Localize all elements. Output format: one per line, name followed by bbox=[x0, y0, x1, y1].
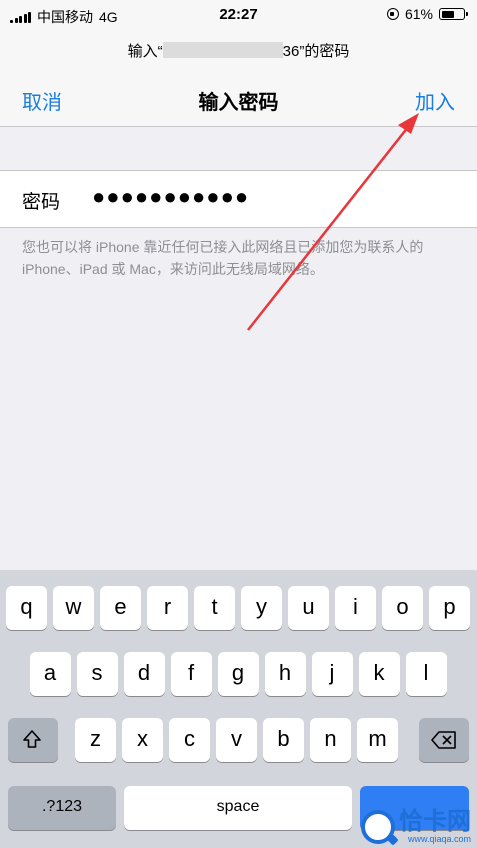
key-l[interactable]: l bbox=[405, 652, 447, 696]
key-s[interactable]: s bbox=[76, 652, 118, 696]
key-d[interactable]: d bbox=[123, 652, 165, 696]
key-z[interactable]: z bbox=[75, 718, 116, 762]
key-o[interactable]: o bbox=[382, 586, 423, 630]
watermark-url: www.qiaqa.com bbox=[407, 834, 471, 844]
space-key[interactable]: space bbox=[124, 786, 352, 830]
key-m[interactable]: m bbox=[357, 718, 398, 762]
key-c[interactable]: c bbox=[169, 718, 210, 762]
key-q[interactable]: q bbox=[6, 586, 47, 630]
password-label: 密码 bbox=[22, 192, 61, 213]
page-title: 输入密码 bbox=[198, 92, 279, 114]
join-button[interactable]: 加入 bbox=[415, 86, 455, 115]
key-p[interactable]: p bbox=[429, 586, 470, 630]
key-w[interactable]: w bbox=[53, 586, 94, 630]
key-e[interactable]: e bbox=[100, 586, 141, 630]
watermark: 恰卡网 www.qiaqa.com bbox=[361, 810, 471, 844]
delete-key[interactable] bbox=[419, 718, 469, 762]
status-bar: 中国移动 4G 22:27 61% bbox=[0, 0, 477, 30]
key-t[interactable]: t bbox=[194, 586, 235, 630]
watermark-text: 恰卡网 bbox=[399, 808, 471, 835]
password-field[interactable]: ●●●●●●●●●●● bbox=[92, 184, 249, 210]
key-k[interactable]: k bbox=[358, 652, 400, 696]
status-right: 61% bbox=[386, 6, 468, 22]
redacted-network-name bbox=[162, 42, 283, 58]
key-f[interactable]: f bbox=[170, 652, 212, 696]
key-i[interactable]: i bbox=[335, 586, 376, 630]
keyboard-row-2: asdfghjkl bbox=[0, 652, 477, 698]
prompt-suffix: 36”的密码 bbox=[282, 43, 350, 60]
nav-header: 输入“ 36”的密码 取消 输入密码 加入 bbox=[0, 30, 477, 127]
rotation-lock-icon bbox=[386, 8, 399, 20]
shift-icon bbox=[23, 730, 41, 748]
key-v[interactable]: v bbox=[216, 718, 257, 762]
backspace-icon bbox=[431, 731, 456, 749]
key-j[interactable]: j bbox=[311, 652, 353, 696]
numbers-key[interactable]: .?123 bbox=[8, 786, 116, 830]
battery-percent: 61% bbox=[404, 6, 433, 22]
key-g[interactable]: g bbox=[217, 652, 259, 696]
prompt-prefix: 输入“ bbox=[127, 43, 163, 60]
key-h[interactable]: h bbox=[264, 652, 306, 696]
key-b[interactable]: b bbox=[263, 718, 304, 762]
shift-key[interactable] bbox=[8, 718, 58, 762]
battery-icon bbox=[439, 8, 468, 20]
keyboard: qwertyuiop asdfghjkl zxcvbnm .?123 space… bbox=[0, 570, 477, 848]
password-row[interactable]: 密码 ●●●●●●●●●●● bbox=[0, 170, 477, 228]
key-r[interactable]: r bbox=[147, 586, 188, 630]
key-x[interactable]: x bbox=[122, 718, 163, 762]
key-u[interactable]: u bbox=[288, 586, 329, 630]
share-hint: 您也可以将 iPhone 靠近任何已接入此网络且已添加您为联系人的 iPhone… bbox=[22, 239, 424, 277]
keyboard-row-3: zxcvbnm bbox=[0, 718, 477, 764]
key-a[interactable]: a bbox=[29, 652, 71, 696]
network-prompt: 输入“ 36”的密码 bbox=[0, 40, 477, 61]
keyboard-row-1: qwertyuiop bbox=[0, 586, 477, 632]
key-n[interactable]: n bbox=[310, 718, 351, 762]
watermark-logo-icon bbox=[361, 810, 395, 844]
key-y[interactable]: y bbox=[241, 586, 282, 630]
